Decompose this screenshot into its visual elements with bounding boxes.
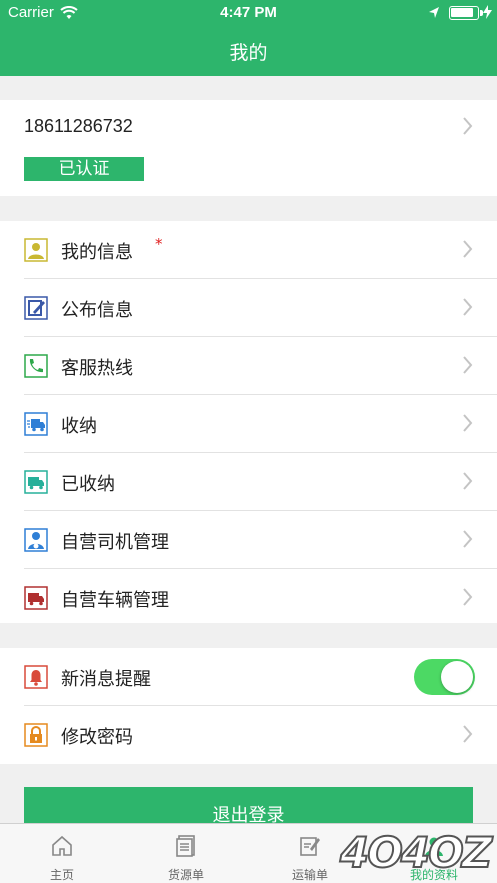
menu-item-driver-management[interactable]: 自营司机管理 [0,511,497,569]
lock-icon [24,723,48,747]
publish-edit-icon [24,296,48,320]
tab-home[interactable]: 主页 [0,824,124,883]
chevron-right-icon [463,356,473,374]
menu-item-vehicle-management[interactable]: 自营车辆管理 [0,569,497,627]
chevron-right-icon [463,588,473,606]
status-bar: Carrier 4:47 PM [0,0,497,26]
chevron-right-icon [463,298,473,316]
menu-item-label: 自营司机管理 [61,532,169,553]
menu-item-label: 自营车辆管理 [61,590,169,611]
profile-card[interactable]: 18611286732 已认证 [0,100,497,196]
phone-number: 18611286732 [24,116,133,136]
chevron-right-icon [463,240,473,258]
page-title: 我的 [229,42,268,64]
setting-new-message-alert: 新消息提醒 [0,648,497,706]
watermark-logo: 4O4OZ [339,827,493,878]
document-icon [176,835,195,857]
menu-item-label: 客服热线 [61,358,133,379]
chevron-right-icon [463,117,473,135]
clock: 4:47 PM [220,4,277,21]
menu-item-service-hotline[interactable]: 客服热线 [0,337,497,395]
location-arrow-icon [429,7,439,18]
required-mark: * [155,235,163,253]
truck-speed-icon [24,412,48,436]
navigation-bar: 我的 [0,26,497,76]
menu-item-my-info[interactable]: 我的信息 * [0,221,497,279]
tab-label: 主页 [49,868,74,882]
chevron-right-icon [463,414,473,432]
driver-icon [24,528,48,552]
menu-item-collected[interactable]: 已收纳 [0,453,497,511]
charging-icon [483,5,492,19]
menu-item-label: 公布信息 [61,300,133,321]
chevron-right-icon [463,725,473,743]
menu-item-collect[interactable]: 收纳 [0,395,497,453]
menu-item-label: 已收纳 [61,474,115,495]
tab-label: 货源单 [167,868,204,882]
notification-toggle[interactable] [414,659,475,695]
bell-icon [24,665,48,689]
truck-icon [24,470,48,494]
setting-change-password[interactable]: 修改密码 [0,706,497,764]
phone-icon [24,354,48,378]
toggle-knob [441,661,473,693]
setting-label: 新消息提醒 [61,669,151,690]
menu-item-publish-info[interactable]: 公布信息 [0,279,497,337]
menu-item-label: 收纳 [61,416,97,437]
battery-icon [449,6,483,20]
chevron-right-icon [463,530,473,548]
settings-card: 新消息提醒 修改密码 [0,648,497,764]
edit-note-icon [300,837,320,856]
menu-item-label: 我的信息 [61,242,133,263]
home-icon [52,835,72,856]
verified-badge: 已认证 [24,157,144,181]
menu-card: 我的信息 * 公布信息 客服热线 收纳 已收纳 自营司机管理 自营车辆管理 [0,221,497,623]
tab-source-orders[interactable]: 货源单 [124,824,248,883]
setting-label: 修改密码 [61,727,133,748]
chevron-right-icon [463,472,473,490]
vehicle-icon [24,586,48,610]
user-info-icon [24,238,48,262]
